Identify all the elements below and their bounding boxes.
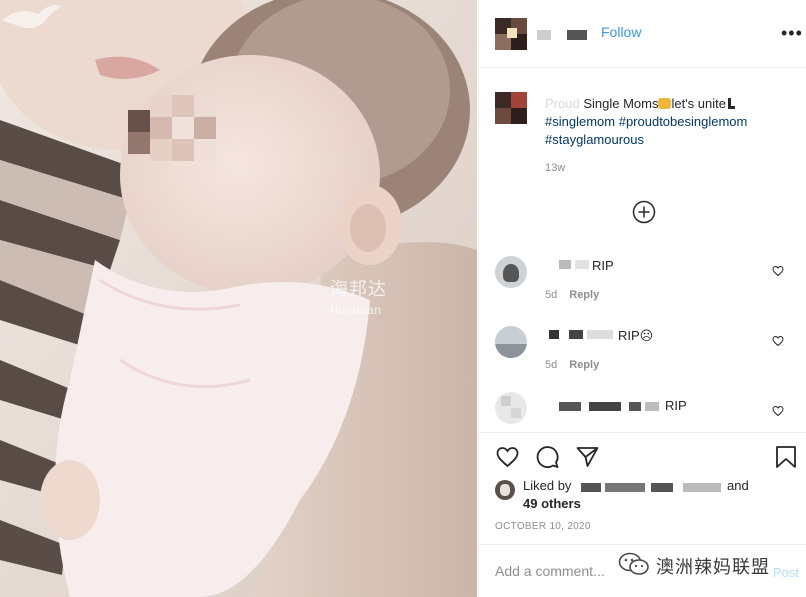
commenter-name-redacted[interactable] — [549, 330, 559, 339]
caption-author-avatar[interactable] — [495, 92, 527, 124]
comment-text: RIP — [592, 258, 614, 273]
exclamation-emoji-icon — [727, 98, 734, 109]
wechat-icon — [618, 552, 649, 575]
caption-prefix: Proud — [545, 96, 580, 111]
commenter-name-redacted-2 — [575, 260, 589, 269]
caption-mid: let's unite — [671, 96, 726, 111]
share-send-icon[interactable] — [575, 445, 600, 469]
others-count-link[interactable]: 49 others — [523, 496, 581, 511]
commenter-name-redacted[interactable] — [559, 402, 581, 411]
fist-emoji-icon — [658, 98, 672, 109]
commenter-name-redacted-3 — [587, 330, 613, 339]
watermark-en: Hinabian — [330, 303, 382, 317]
post-photo[interactable]: 海邦达 Hinabian — [0, 0, 477, 597]
author-name-redacted-2 — [567, 30, 587, 40]
comment-item: RIP — [479, 388, 806, 432]
comment-time[interactable]: 5d — [545, 289, 557, 301]
post-caption: Proud Single Moms let's unite #singlemom … — [545, 95, 795, 149]
commenter-name-redacted-3 — [629, 402, 641, 411]
commenter-avatar[interactable] — [495, 392, 527, 424]
caption-timestamp[interactable]: 13w — [545, 162, 565, 174]
follow-button[interactable]: Follow — [601, 24, 641, 40]
post-date[interactable]: OCTOBER 10, 2020 — [495, 521, 591, 532]
comment-item: RIP 5d Reply — [479, 250, 806, 310]
commenter-name-redacted[interactable] — [559, 260, 571, 269]
post-header: Follow ••• — [479, 0, 806, 68]
hashtag-singlemom[interactable]: #singlemom — [545, 114, 615, 129]
photo-watermark: 海邦达 Hinabian — [330, 280, 387, 319]
reply-button[interactable]: Reply — [569, 359, 599, 371]
comment-time[interactable]: 5d — [545, 359, 557, 371]
comment-bubble-icon[interactable] — [535, 445, 560, 469]
watermark-cn: 海邦达 — [330, 279, 387, 299]
commenter-name-redacted-2 — [569, 330, 583, 339]
more-options-icon[interactable]: ••• — [781, 24, 803, 42]
post-comment-button[interactable]: Post — [773, 565, 799, 580]
liker-name-redacted[interactable] — [581, 483, 601, 492]
load-more-comments-icon[interactable] — [632, 200, 656, 224]
reply-button[interactable]: Reply — [569, 289, 599, 301]
commenter-avatar[interactable] — [495, 326, 527, 358]
watermark-bird-icon — [2, 5, 62, 28]
like-comment-heart-icon[interactable] — [772, 405, 784, 417]
commenter-name-redacted-2 — [589, 402, 621, 411]
liked-and-label: and — [727, 478, 749, 493]
hashtag-proudtobesinglemom[interactable]: #proudtobesinglemom — [619, 114, 748, 129]
liker-name-redacted-3 — [651, 483, 673, 492]
post-sidebar: Follow ••• Proud Single Moms let's unite … — [478, 0, 806, 597]
commenter-name-redacted-4 — [645, 402, 659, 411]
liker-avatar[interactable] — [495, 480, 515, 500]
liker-name-redacted-4 — [683, 483, 721, 492]
like-comment-heart-icon[interactable] — [772, 335, 784, 347]
comment-meta: 5d Reply — [545, 359, 599, 371]
hashtag-stayglamourous[interactable]: #stayglamourous — [545, 132, 644, 147]
wechat-channel-name: 澳洲辣妈联盟 — [656, 557, 770, 577]
like-comment-heart-icon[interactable] — [772, 265, 784, 277]
liked-by-label: Liked by — [523, 478, 572, 493]
comment-item: RIP☹ 5d Reply — [479, 320, 806, 380]
photo-illustration — [0, 0, 477, 597]
comment-text: RIP — [665, 398, 687, 413]
caption-text: Single Moms — [579, 96, 659, 111]
like-heart-icon[interactable] — [495, 445, 520, 469]
liked-by-summary: Liked by and 49 others — [495, 478, 795, 514]
comment-meta: 5d Reply — [545, 289, 599, 301]
liker-name-redacted-2 — [605, 483, 645, 492]
post-action-bar — [479, 432, 806, 482]
commenter-avatar[interactable] — [495, 256, 527, 288]
author-name-redacted[interactable] — [537, 30, 551, 40]
author-avatar[interactable] — [495, 18, 527, 50]
bookmark-save-icon[interactable] — [775, 445, 797, 469]
comment-text: RIP☹ — [618, 328, 654, 343]
